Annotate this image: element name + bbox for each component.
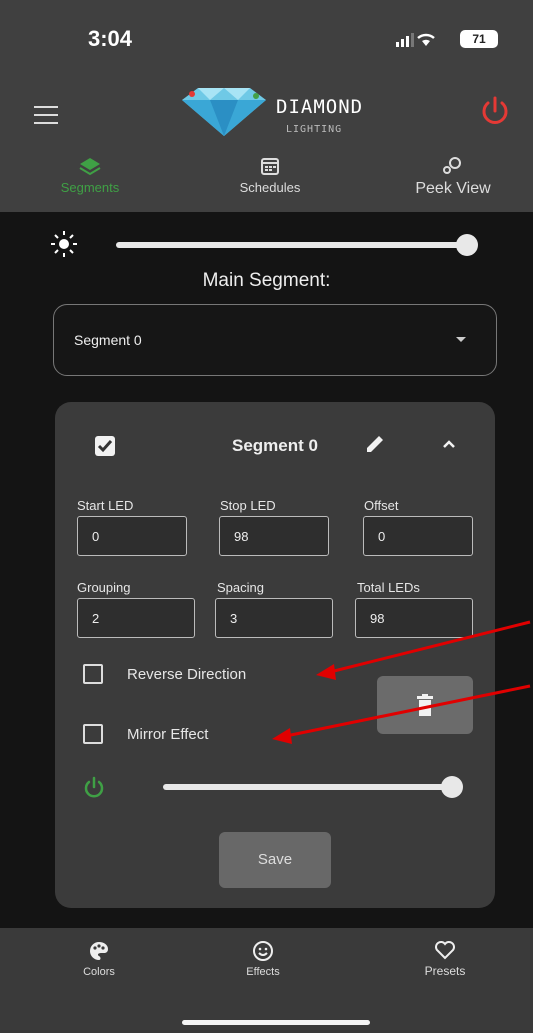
smiley-icon bbox=[253, 941, 273, 961]
nav-effects-label: Effects bbox=[246, 966, 280, 978]
bottom-nav: Colors Effects Presets bbox=[0, 928, 533, 1033]
nav-effects[interactable]: Effects bbox=[228, 940, 298, 978]
nav-presets-label: Presets bbox=[424, 964, 466, 978]
nav-colors[interactable]: Colors bbox=[64, 940, 134, 978]
nav-presets[interactable]: Presets bbox=[405, 940, 485, 978]
palette-icon bbox=[90, 942, 109, 960]
annotation-arrows bbox=[272, 620, 531, 744]
home-indicator bbox=[182, 1020, 370, 1025]
heart-icon bbox=[435, 941, 455, 960]
nav-colors-label: Colors bbox=[83, 966, 115, 978]
